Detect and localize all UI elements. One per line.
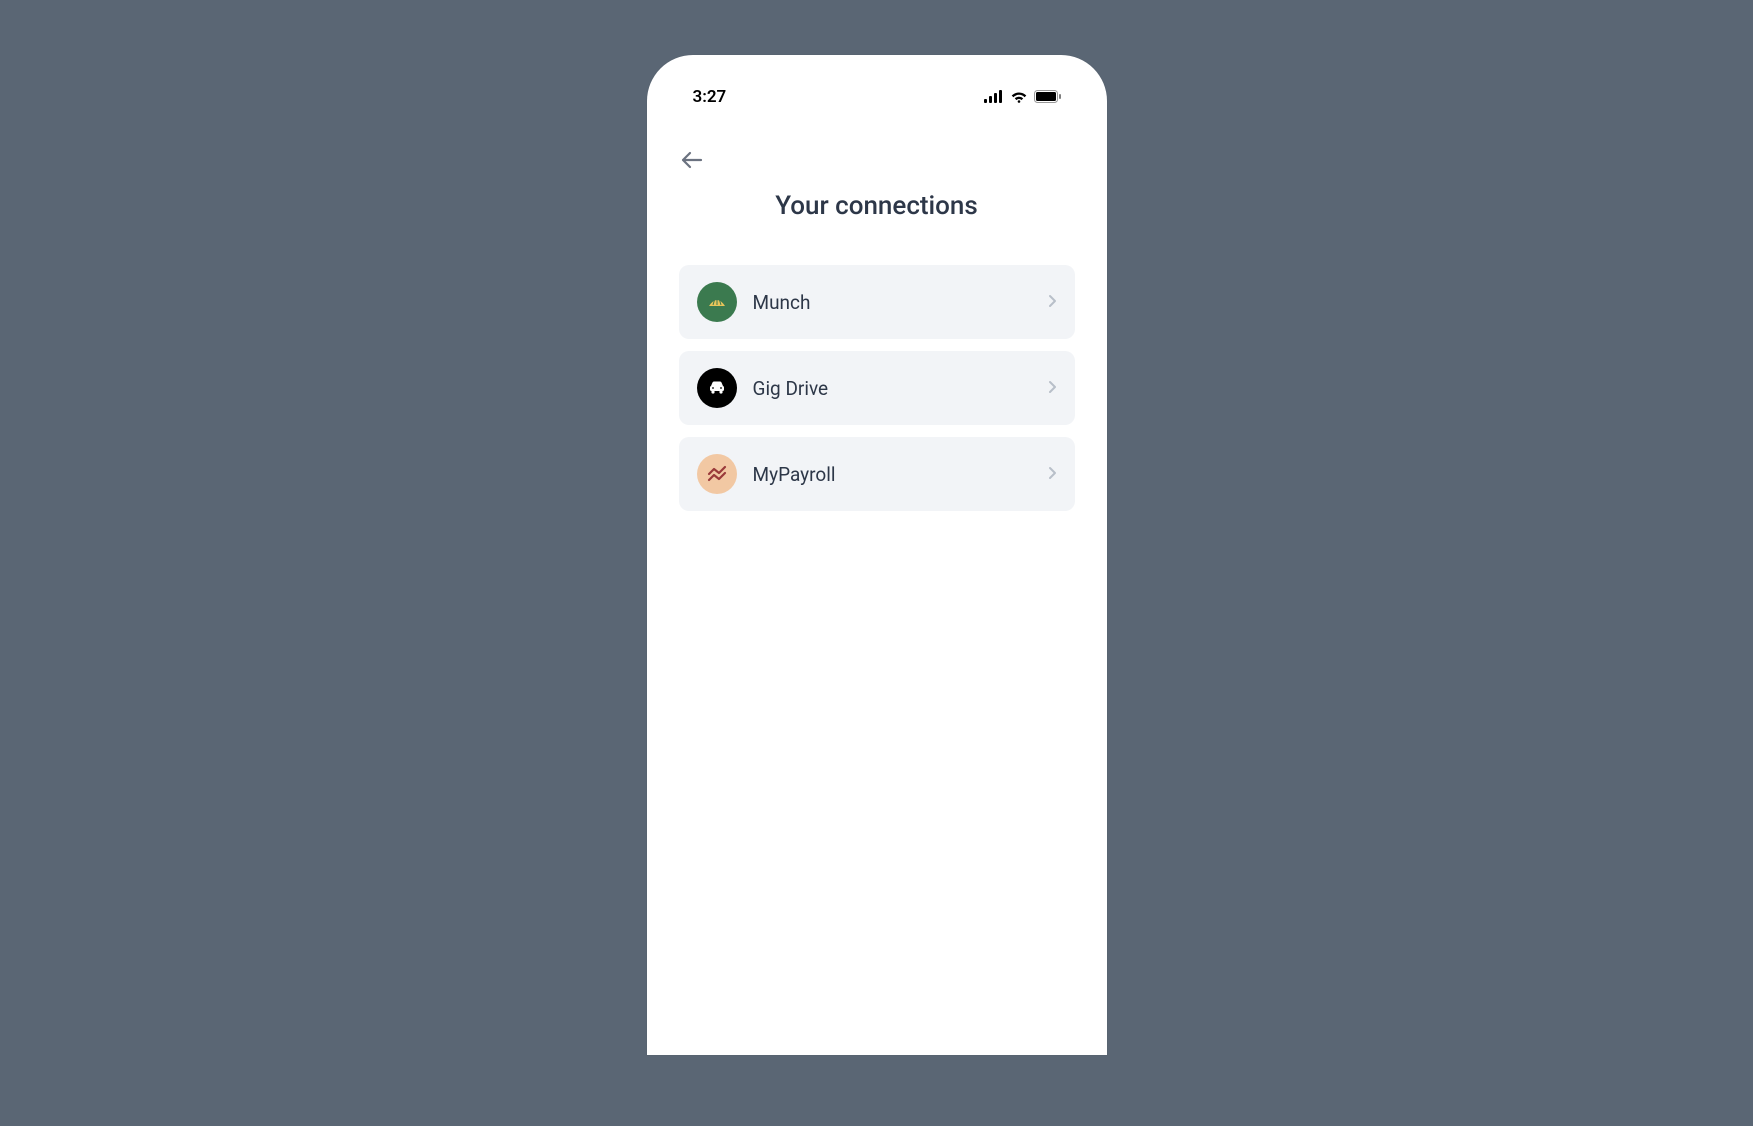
status-icons bbox=[984, 88, 1061, 107]
cellular-icon bbox=[984, 88, 1004, 107]
wifi-icon bbox=[1010, 88, 1028, 107]
connection-mypayroll[interactable]: MyPayroll bbox=[679, 437, 1075, 511]
back-button[interactable] bbox=[681, 151, 1073, 173]
connection-label: MyPayroll bbox=[753, 463, 1048, 486]
connection-munch[interactable]: Munch bbox=[679, 265, 1075, 339]
chart-icon bbox=[697, 454, 737, 494]
connections-list: Munch Gig Drive bbox=[665, 265, 1089, 511]
chevron-right-icon bbox=[1048, 293, 1057, 312]
car-icon bbox=[697, 368, 737, 408]
chevron-right-icon bbox=[1048, 379, 1057, 398]
connection-label: Munch bbox=[753, 291, 1048, 314]
nav-area: Your connections bbox=[665, 111, 1089, 265]
status-bar: 3:27 bbox=[665, 83, 1089, 111]
connection-gig-drive[interactable]: Gig Drive bbox=[679, 351, 1075, 425]
connection-label: Gig Drive bbox=[753, 377, 1048, 400]
status-time: 3:27 bbox=[693, 87, 727, 107]
page-title: Your connections bbox=[681, 191, 1073, 221]
battery-icon bbox=[1034, 88, 1061, 107]
munch-icon bbox=[697, 282, 737, 322]
phone-frame: 3:27 bbox=[647, 55, 1107, 1055]
chevron-right-icon bbox=[1048, 465, 1057, 484]
